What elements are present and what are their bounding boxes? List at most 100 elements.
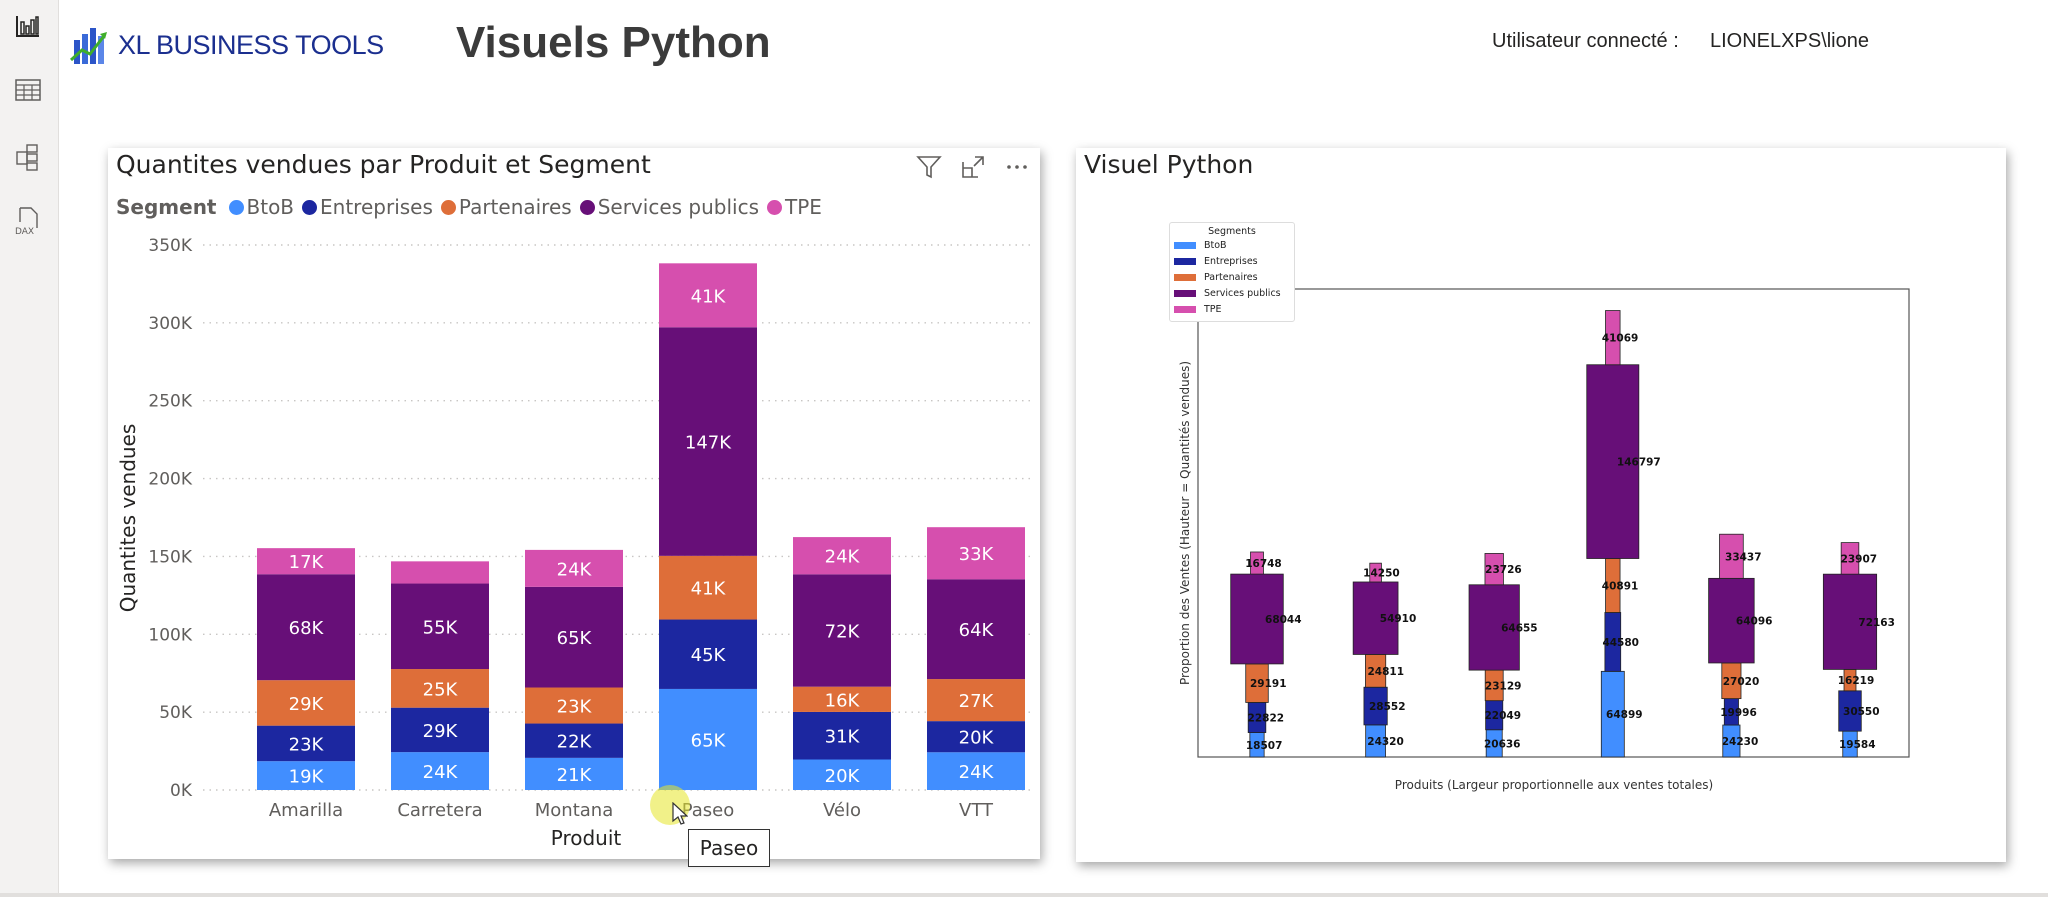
legend-label: TPE (1204, 303, 1222, 315)
x-axis-title: Produit (551, 826, 622, 850)
data-label: 146797 (1617, 457, 1661, 469)
company-logo: XL BUSINESS TOOLS (70, 22, 384, 68)
data-label: 23K (289, 734, 325, 755)
legend-swatch (1174, 257, 1196, 265)
legend-item-btob: BtoB (1170, 237, 1294, 253)
data-label: 17K (289, 552, 325, 573)
y-tick-label: 100K (148, 625, 192, 645)
python-visual[interactable]: Visuel Python Proportion des Ventes (Hau… (1076, 148, 2006, 862)
y-tick-label: 300K (148, 314, 192, 334)
data-label: 24K (557, 559, 593, 580)
bar-segment-tpe (391, 561, 489, 584)
x-tick-label: Amarilla (269, 800, 343, 821)
y-tick-label: 350K (148, 236, 192, 256)
data-label: 16219 (1838, 675, 1875, 687)
legend-item-entreprises: Entreprises (1170, 253, 1294, 269)
data-label: 24K (959, 762, 995, 783)
data-label: 21K (557, 765, 593, 786)
legend-swatch (1174, 289, 1196, 297)
user-label: Utilisateur connecté : (1492, 30, 1679, 52)
data-label: 16748 (1245, 558, 1282, 570)
data-label: 64899 (1606, 709, 1643, 721)
data-label: 24320 (1367, 736, 1404, 748)
legend-title: Segments (1208, 226, 1256, 237)
data-label: 24230 (1722, 736, 1759, 748)
data-label: 20K (825, 766, 861, 787)
user-value: LIONELXPS\lione (1710, 30, 1869, 52)
data-label: 54910 (1380, 613, 1417, 625)
legend-item-services-publics: Services publics (1170, 285, 1294, 301)
y-axis-title: Quantites vendues (116, 424, 140, 613)
legend-swatch (1174, 241, 1196, 249)
status-bar-divider (0, 893, 2048, 897)
data-label: 18507 (1246, 740, 1283, 752)
model-view-icon[interactable] (12, 142, 44, 174)
data-label: 28552 (1369, 701, 1406, 713)
data-label: 27K (959, 691, 995, 712)
data-label: 29191 (1250, 678, 1287, 690)
axes-frame (1197, 288, 1910, 758)
mouse-cursor-icon (672, 802, 688, 825)
data-label: 23K (557, 697, 593, 718)
data-label: 25K (423, 679, 459, 700)
data-label: 33437 (1725, 551, 1762, 563)
legend-item-partenaires: Partenaires (1170, 269, 1294, 285)
legend-label: BtoB (1204, 239, 1227, 251)
x-tick-label: Montana (535, 800, 613, 821)
legend-label: Partenaires (1204, 271, 1258, 283)
data-label: 44580 (1602, 637, 1639, 649)
y-tick-label: 150K (148, 547, 192, 567)
data-label: 24K (825, 547, 861, 568)
x-tick-label: Vélo (823, 800, 861, 821)
table-view-icon[interactable] (12, 74, 44, 106)
data-label: 20K (959, 728, 995, 749)
data-label: 31K (825, 727, 861, 748)
legend-swatch (1174, 305, 1196, 313)
data-label: 64096 (1736, 616, 1773, 628)
data-label: 24K (423, 762, 459, 783)
tooltip: Paseo (688, 829, 770, 867)
data-label: 29K (289, 694, 325, 715)
data-label: 45K (691, 645, 727, 666)
data-label: 22822 (1248, 713, 1285, 725)
data-label: 29K (423, 721, 459, 742)
data-label: 20636 (1484, 738, 1521, 750)
data-label: 65K (557, 628, 593, 649)
python-legend: Segments BtoB Entreprises Partenaires Servi… (1169, 222, 1295, 322)
data-label: 40891 (1602, 580, 1639, 592)
bar-chart-plot: 0K 50K 100K 150K 200K 250K 300K 350K Quantites v… (116, 236, 1033, 850)
y-tick-label: 250K (148, 392, 192, 412)
data-label: 33K (959, 544, 995, 565)
data-label: 64K (959, 620, 995, 641)
data-label: 14250 (1363, 568, 1400, 580)
report-view-icon[interactable] (12, 10, 44, 42)
logo-chart-icon (70, 28, 107, 64)
data-label: 22049 (1485, 710, 1522, 722)
legend-item-tpe: TPE (1170, 301, 1294, 317)
data-label: 41K (691, 579, 727, 600)
data-label: 68K (289, 618, 325, 639)
data-label: 64655 (1501, 622, 1538, 634)
x-axis-title: Produits (Largeur proportionnelle aux ve… (1395, 778, 1713, 792)
data-label: 68044 (1265, 614, 1302, 626)
view-sidebar: DAX (0, 0, 59, 897)
data-label: 65K (691, 730, 727, 751)
data-label: 19996 (1720, 707, 1757, 719)
data-label: 55K (423, 617, 459, 638)
legend-swatch (1174, 273, 1196, 281)
data-label: 41069 (1602, 333, 1639, 345)
y-tick-label: 0K (170, 781, 193, 801)
powerbi-stacked-bar-visual[interactable]: Quantites vendues par Produit et Segment… (108, 148, 1040, 859)
legend-label: Entreprises (1204, 255, 1258, 267)
data-label: 19584 (1839, 739, 1876, 751)
data-label: 23726 (1485, 564, 1522, 576)
data-label: 72163 (1858, 617, 1895, 629)
x-tick-label: Carretera (397, 800, 482, 821)
dax-query-icon[interactable]: DAX (12, 206, 44, 238)
data-label: 23129 (1485, 680, 1522, 692)
data-label: 16K (825, 690, 861, 711)
data-label: 147K (685, 433, 732, 454)
data-label: 24811 (1367, 666, 1404, 678)
y-tick-label: 200K (148, 470, 192, 490)
dax-label: DAX (15, 227, 34, 237)
